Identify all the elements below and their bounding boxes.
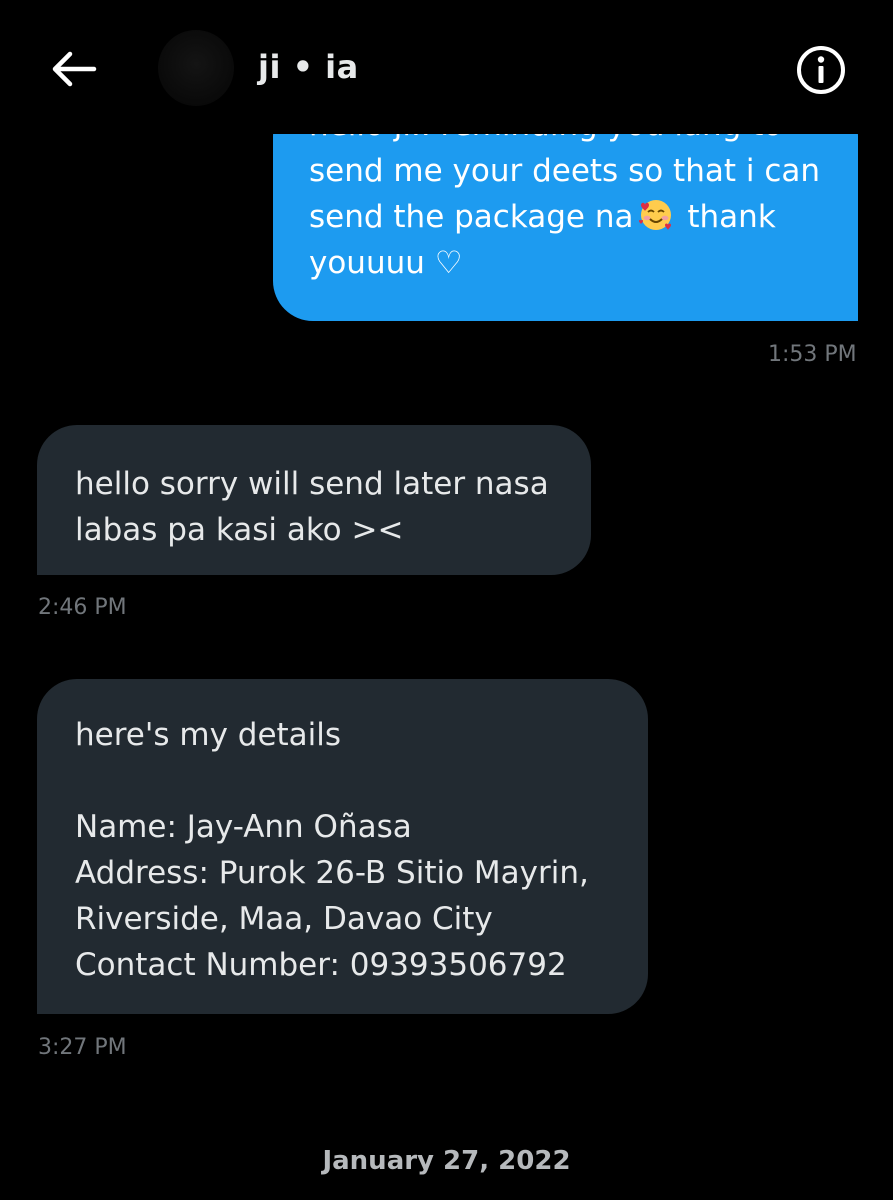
received-message-bubble[interactable]: hello sorry will send later nasa labas p… [37,425,591,575]
conversation-thread: hello ji.. reminding you lang tosend me … [0,0,893,1200]
message-timestamp: 3:27 PM [38,1035,127,1060]
message-timestamp: 1:53 PM [768,342,857,367]
message-text: hello sorry will send later nasa labas p… [75,466,549,548]
back-button[interactable] [50,48,98,90]
avatar[interactable] [158,30,234,106]
date-separator: January 27, 2022 [322,1146,571,1176]
message-timestamp: 2:46 PM [38,595,127,620]
received-message-bubble[interactable]: here's my details Name: Jay-Ann Oñasa Ad… [37,679,648,1014]
info-icon [797,46,845,94]
message-text: here's my details Name: Jay-Ann Oñasa Ad… [75,717,589,983]
info-button[interactable] [795,44,847,96]
arrow-left-icon [52,51,97,87]
conversation-title[interactable]: ji • ia [258,48,359,86]
smiling-face-with-hearts-icon [638,200,671,230]
conversation-header: ji • ia [0,0,893,134]
